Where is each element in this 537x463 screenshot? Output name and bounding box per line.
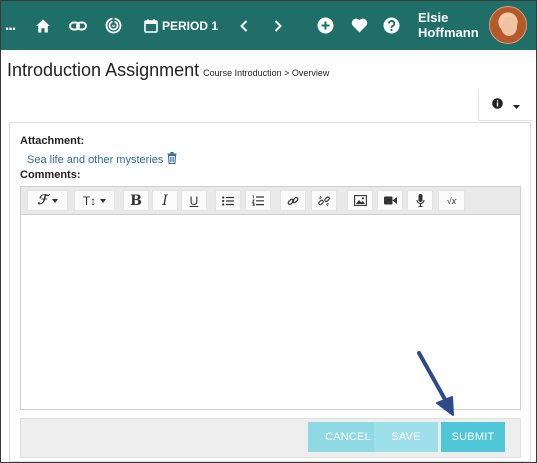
- user-last-name: Hoffmann: [418, 25, 479, 40]
- italic-button[interactable]: I: [152, 190, 178, 211]
- font-size-icon: T↕: [82, 193, 97, 208]
- top-navigation-bar: ... PERIOD 1 Elsie Hoffmann: [1, 1, 536, 50]
- link-icon: [287, 196, 299, 205]
- insert-link-button[interactable]: [280, 190, 306, 211]
- insert-formula-button[interactable]: √x: [438, 190, 465, 211]
- action-bar: CANCEL SAVE SUBMIT: [20, 418, 521, 458]
- font-size-button[interactable]: T↕: [74, 190, 115, 211]
- microphone-icon: [415, 194, 425, 207]
- comments-label: Comments:: [20, 169, 81, 181]
- numbered-list-button[interactable]: [245, 190, 271, 211]
- period-label: PERIOD 1: [162, 18, 219, 33]
- page-title: Introduction Assignment: [7, 60, 200, 80]
- calendar-icon: [144, 18, 158, 33]
- chevron-left-icon[interactable]: [234, 1, 254, 50]
- numbered-list-icon: [252, 195, 264, 206]
- underline-button[interactable]: U: [181, 190, 207, 211]
- app-window: ... PERIOD 1 Elsie Hoffmann Introduction…: [1, 1, 536, 462]
- home-icon[interactable]: [33, 1, 53, 50]
- period-selector[interactable]: PERIOD 1: [144, 1, 219, 50]
- bulleted-list-button[interactable]: [215, 190, 241, 211]
- bold-button[interactable]: B: [123, 190, 149, 211]
- font-family-button[interactable]: ℱ: [27, 190, 68, 211]
- insert-video-button[interactable]: [377, 190, 403, 211]
- editor-toolbar: ℱ T↕ B I U √x: [21, 187, 520, 215]
- insert-image-button[interactable]: [347, 190, 373, 211]
- font-family-icon: ℱ: [37, 193, 48, 208]
- caret-down-icon: [512, 96, 520, 114]
- attachment-item: Sea life and other mysteries: [27, 152, 177, 167]
- avatar[interactable]: [489, 6, 527, 44]
- comments-textarea[interactable]: [21, 216, 520, 409]
- assignment-card: Attachment: Sea life and other mysteries…: [9, 122, 531, 462]
- save-button[interactable]: SAVE: [374, 422, 438, 452]
- more-menu-button[interactable]: ...: [3, 1, 17, 50]
- info-dropdown-button[interactable]: [478, 89, 532, 121]
- link-icon[interactable]: [66, 1, 90, 50]
- record-audio-button[interactable]: [407, 190, 433, 211]
- page-header: Introduction Assignment Course Introduct…: [7, 60, 329, 81]
- user-name[interactable]: Elsie Hoffmann: [418, 10, 479, 40]
- caret-down-icon: [51, 198, 58, 203]
- info-icon: [491, 96, 503, 114]
- trash-icon[interactable]: [167, 152, 177, 167]
- target-icon[interactable]: [102, 1, 124, 50]
- bulleted-list-icon: [222, 195, 234, 206]
- submit-button[interactable]: SUBMIT: [441, 422, 505, 452]
- caret-down-icon: [100, 198, 107, 203]
- heart-icon[interactable]: [349, 1, 369, 50]
- attachment-link[interactable]: Sea life and other mysteries: [27, 154, 163, 166]
- breadcrumb: Course Introduction > Overview: [203, 68, 330, 78]
- unlink-button[interactable]: [311, 190, 337, 211]
- user-first-name: Elsie: [418, 10, 449, 25]
- video-camera-icon: [383, 196, 397, 205]
- image-icon: [353, 195, 367, 206]
- help-icon[interactable]: [381, 1, 401, 50]
- chevron-right-icon[interactable]: [268, 1, 288, 50]
- attachment-label: Attachment:: [20, 135, 85, 147]
- plus-circle-icon[interactable]: [315, 1, 335, 50]
- rich-text-editor: ℱ T↕ B I U √x: [20, 186, 521, 410]
- unlink-icon: [318, 195, 330, 206]
